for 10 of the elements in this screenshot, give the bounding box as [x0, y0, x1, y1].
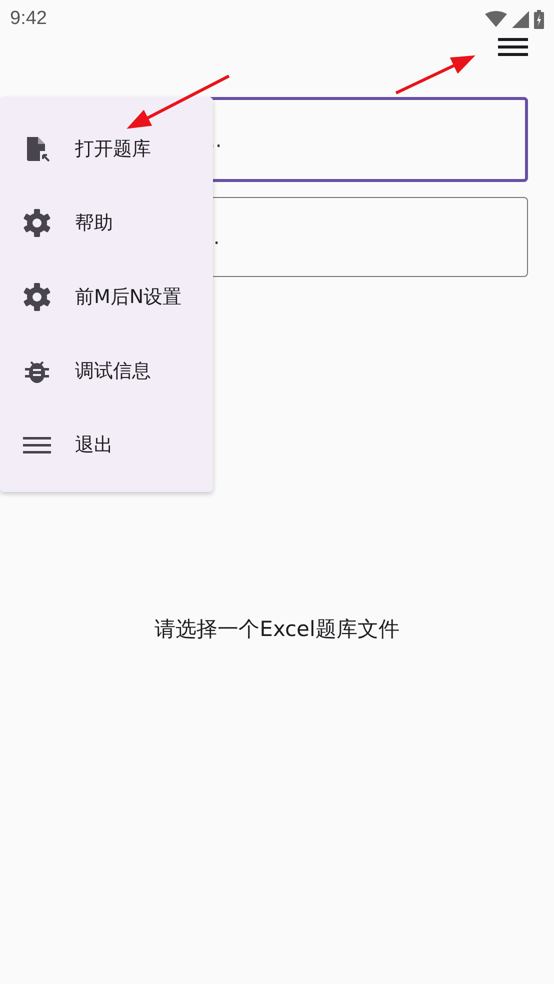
empty-message: 请选择一个Excel题库文件 [154, 616, 400, 643]
battery-icon [534, 10, 544, 28]
menu-item[interactable]: 退出 [0, 408, 213, 482]
menu-button[interactable] [498, 37, 528, 57]
status-time: 9:42 [10, 8, 47, 30]
signal-icon [512, 10, 529, 28]
menu-item[interactable]: 调试信息 [0, 334, 213, 408]
gear-icon [22, 208, 52, 238]
wifi-icon [485, 11, 507, 27]
gear-icon [22, 282, 52, 312]
